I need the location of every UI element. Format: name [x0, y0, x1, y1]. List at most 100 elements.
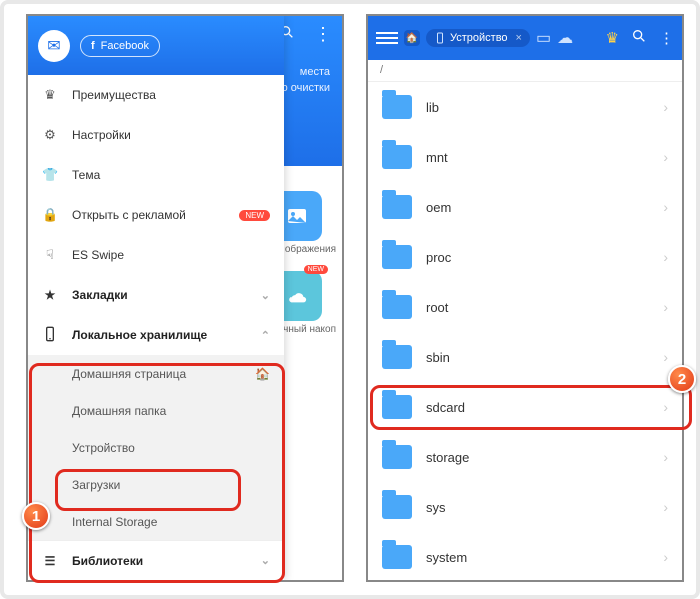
- section-local-storage[interactable]: Локальное хранилище ⌃: [28, 315, 284, 355]
- section-label: Библиотеки: [72, 554, 143, 568]
- facebook-button[interactable]: f Facebook: [80, 35, 160, 57]
- folder-name: storage: [426, 450, 649, 465]
- folder-row-storage[interactable]: storage ›: [368, 432, 682, 482]
- swipe-icon: ☟: [42, 247, 58, 263]
- home-icon: 🏠: [255, 367, 270, 381]
- folder-name: proc: [426, 250, 649, 265]
- folder-name: oem: [426, 200, 649, 215]
- folder-name: mnt: [426, 150, 649, 165]
- section-label: Закладки: [72, 288, 128, 302]
- folder-icon: [382, 545, 412, 569]
- breadcrumb-home[interactable]: 🏠: [404, 30, 420, 46]
- section-label: Локальное хранилище: [72, 328, 207, 342]
- folder-name: sdcard: [426, 400, 649, 415]
- chevron-right-icon: ›: [663, 549, 668, 565]
- subitem-home-page[interactable]: Домашняя страница 🏠: [28, 355, 284, 392]
- right-header: 🏠 Устройство × ▭ ☁ ♛ ⋮: [368, 16, 682, 60]
- menu-label: Тема: [72, 168, 270, 182]
- folder-icon: [382, 395, 412, 419]
- drawer-header: ✉ f Facebook: [28, 16, 284, 75]
- folder-name: lib: [426, 100, 649, 115]
- breadcrumb-device[interactable]: Устройство ×: [426, 29, 530, 47]
- chevron-down-icon: ⌄: [261, 554, 270, 567]
- menu-item-theme[interactable]: 👕 Тема: [28, 155, 284, 195]
- subitem-label: Internal Storage: [72, 515, 157, 529]
- path-bar[interactable]: /: [368, 60, 682, 82]
- subitem-label: Домашняя папка: [72, 404, 166, 418]
- chevron-right-icon: ›: [663, 299, 668, 315]
- folder-row-sbin[interactable]: sbin ›: [368, 332, 682, 382]
- chevron-right-icon: ›: [663, 349, 668, 365]
- chevron-right-icon: ›: [663, 499, 668, 515]
- facebook-icon: f: [91, 40, 95, 52]
- gear-icon: ⚙: [42, 127, 58, 143]
- more-icon[interactable]: ⋮: [659, 29, 674, 47]
- phone-left: ⋮ места ного очистки ображения NEW чный …: [26, 14, 344, 582]
- menu-label: Открыть с рекламой: [72, 208, 225, 222]
- shirt-icon: 👕: [42, 167, 58, 183]
- chevron-right-icon: ›: [663, 249, 668, 265]
- menu-label: Настройки: [72, 128, 270, 142]
- crown-icon: ♛: [42, 87, 58, 103]
- local-storage-sublist: Домашняя страница 🏠 Домашняя папка Устро…: [28, 355, 284, 540]
- mail-icon[interactable]: ✉: [38, 30, 70, 62]
- folder-row-lib[interactable]: lib ›: [368, 82, 682, 132]
- canvas: ⋮ места ного очистки ображения NEW чный …: [0, 0, 700, 599]
- chevron-down-icon: ⌄: [261, 289, 270, 302]
- folder-icon: [382, 145, 412, 169]
- folder-row-system[interactable]: system ›: [368, 532, 682, 582]
- cloud-icon[interactable]: ☁: [557, 28, 573, 48]
- close-icon[interactable]: ×: [516, 32, 522, 44]
- bg-label-cloud: чный накоп: [283, 324, 336, 335]
- folder-row-root[interactable]: root ›: [368, 282, 682, 332]
- folder-icon: [382, 445, 412, 469]
- folder-row-proc[interactable]: proc ›: [368, 232, 682, 282]
- menu-item-esswipe[interactable]: ☟ ES Swipe: [28, 235, 284, 275]
- subitem-downloads[interactable]: Загрузки: [28, 466, 284, 503]
- subitem-internal-storage[interactable]: Internal Storage: [28, 503, 284, 540]
- folder-row-mnt[interactable]: mnt ›: [368, 132, 682, 182]
- chevron-right-icon: ›: [663, 449, 668, 465]
- folder-row-oem[interactable]: oem ›: [368, 182, 682, 232]
- folder-row-sdcard[interactable]: sdcard›: [368, 382, 682, 432]
- chevron-right-icon: ›: [663, 99, 668, 115]
- section-bookmarks[interactable]: ★ Закладки ⌄: [28, 275, 284, 315]
- folder-icon: [382, 195, 412, 219]
- folder-icon: [382, 245, 412, 269]
- folder-name: sys: [426, 500, 649, 515]
- folder-row-sys[interactable]: sys ›: [368, 482, 682, 532]
- folder-name: root: [426, 300, 649, 315]
- window-icon[interactable]: ▭: [536, 28, 551, 48]
- subitem-label: Устройство: [72, 441, 135, 455]
- menu-item-ads[interactable]: 🔒 Открыть с рекламой NEW: [28, 195, 284, 235]
- folder-icon: [382, 95, 412, 119]
- search-icon[interactable]: [631, 28, 647, 48]
- lock-icon: 🔒: [42, 207, 58, 223]
- stack-icon: ☰: [42, 554, 58, 568]
- subitem-home-folder[interactable]: Домашняя папка: [28, 392, 284, 429]
- drawer-menu: ♛ Преимущества ⚙ Настройки 👕 Тема 🔒 Откр…: [28, 75, 284, 580]
- more-icon[interactable]: ⋮: [314, 24, 332, 44]
- menu-label: ES Swipe: [72, 248, 270, 262]
- menu-label: Преимущества: [72, 88, 270, 102]
- new-badge: NEW: [239, 210, 270, 221]
- menu-item-settings[interactable]: ⚙ Настройки: [28, 115, 284, 155]
- hamburger-icon[interactable]: [376, 32, 398, 44]
- callout-badge-2: 2: [668, 365, 696, 393]
- menu-item-advantages[interactable]: ♛ Преимущества: [28, 75, 284, 115]
- section-libraries[interactable]: ☰ Библиотеки ⌄: [28, 540, 284, 580]
- phone-icon: [42, 326, 58, 345]
- left-bg-header-icons: ⋮: [279, 24, 332, 45]
- subitem-device[interactable]: Устройство: [28, 429, 284, 466]
- folder-name: sbin: [426, 350, 649, 365]
- phone-right: 🏠 Устройство × ▭ ☁ ♛ ⋮ / lib› mnt› oem› …: [366, 14, 684, 582]
- folder-name: system: [426, 550, 649, 565]
- folder-icon: [382, 295, 412, 319]
- facebook-label: Facebook: [101, 40, 149, 52]
- nav-drawer: ✉ f Facebook ♛ Преимущества ⚙ Настройки …: [28, 16, 284, 580]
- chevron-right-icon: ›: [663, 149, 668, 165]
- chevron-up-icon: ⌃: [261, 329, 270, 342]
- crown-icon[interactable]: ♛: [606, 29, 619, 47]
- new-badge: NEW: [304, 265, 328, 274]
- chevron-right-icon: ›: [663, 199, 668, 215]
